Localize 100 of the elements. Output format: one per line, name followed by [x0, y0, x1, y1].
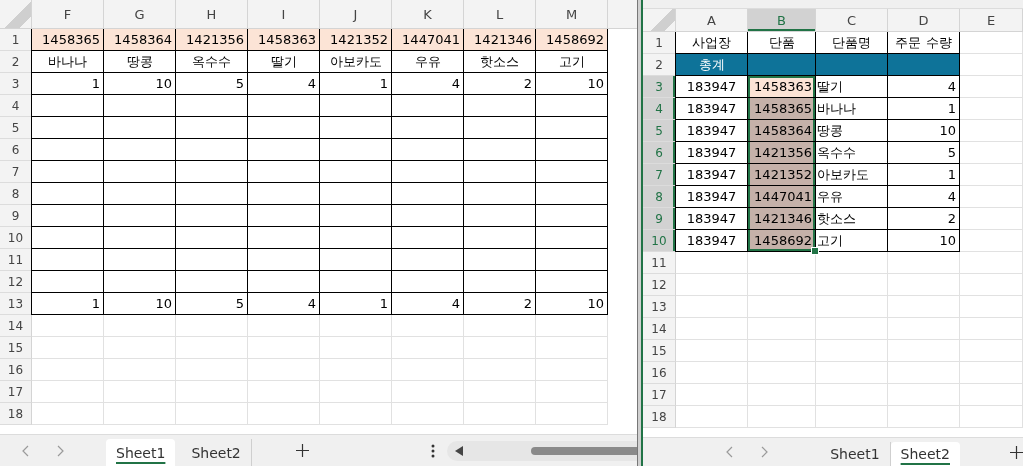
table-cell[interactable]: 4	[392, 293, 464, 315]
table-cell[interactable]	[392, 183, 464, 205]
table-cell[interactable]: 5	[888, 142, 960, 164]
table-cell[interactable]	[32, 205, 104, 227]
table-cell[interactable]	[464, 117, 536, 139]
table-cell[interactable]: 우유	[392, 51, 464, 73]
table-cell[interactable]: 1458363	[248, 29, 320, 51]
table-cell[interactable]: 1421346	[464, 29, 536, 51]
table-cell[interactable]	[32, 227, 104, 249]
table-cell[interactable]	[104, 205, 176, 227]
table-cell[interactable]	[32, 139, 104, 161]
table-cell[interactable]	[536, 161, 608, 183]
table-cell[interactable]	[32, 161, 104, 183]
table-cell[interactable]	[536, 227, 608, 249]
table-cell[interactable]	[392, 249, 464, 271]
table-cell[interactable]: 1458365	[748, 98, 816, 120]
chevron-right-icon[interactable]	[760, 446, 769, 458]
table-cell[interactable]: 1458363	[748, 76, 816, 98]
table-cell[interactable]	[464, 183, 536, 205]
chevron-left-icon[interactable]	[726, 446, 735, 458]
table-cell[interactable]: 옥수수	[816, 142, 888, 164]
table-cell[interactable]	[888, 54, 960, 76]
table-cell[interactable]	[392, 271, 464, 293]
table-cell[interactable]: 바나나	[816, 98, 888, 120]
table-cell[interactable]	[536, 183, 608, 205]
scrollbar-track[interactable]	[446, 440, 637, 461]
table-cell[interactable]: 딸기	[248, 51, 320, 73]
table-cell[interactable]	[32, 95, 104, 117]
table-cell[interactable]: 1447041	[748, 186, 816, 208]
table-cell[interactable]: 고기	[816, 230, 888, 252]
table-cell[interactable]: 1458365	[32, 29, 104, 51]
table-cell[interactable]: 핫소스	[464, 51, 536, 73]
table-cell[interactable]	[248, 161, 320, 183]
table-cell[interactable]: 1458364	[104, 29, 176, 51]
table-cell[interactable]	[248, 205, 320, 227]
table-cell[interactable]: 2	[464, 73, 536, 95]
table-cell[interactable]	[392, 161, 464, 183]
table-cell[interactable]: 1421356	[176, 29, 248, 51]
column-header[interactable]: J	[320, 0, 392, 28]
table-cell[interactable]: 4	[248, 73, 320, 95]
table-cell[interactable]: 딸기	[816, 76, 888, 98]
table-cell[interactable]: 10	[888, 230, 960, 252]
chevron-left-icon[interactable]	[22, 444, 30, 457]
table-cell[interactable]	[104, 95, 176, 117]
table-cell[interactable]	[536, 139, 608, 161]
table-cell[interactable]	[248, 139, 320, 161]
table-cell[interactable]: 4	[392, 73, 464, 95]
row-header[interactable]: 16	[643, 362, 676, 384]
table-cell[interactable]: 땅콩	[816, 120, 888, 142]
row-header[interactable]: 6	[0, 139, 32, 161]
column-header[interactable]: H	[176, 0, 248, 28]
table-cell[interactable]: 1458364	[748, 120, 816, 142]
row-header[interactable]: 9	[0, 205, 32, 227]
table-cell[interactable]	[464, 139, 536, 161]
table-cell[interactable]: 땅콩	[104, 51, 176, 73]
table-cell[interactable]: 1	[320, 73, 392, 95]
table-cell[interactable]	[536, 117, 608, 139]
table-cell[interactable]: 우유	[816, 186, 888, 208]
row-header[interactable]: 7	[643, 164, 676, 186]
table-cell[interactable]	[536, 95, 608, 117]
row-header[interactable]: 15	[643, 340, 676, 362]
triangle-left-icon[interactable]	[454, 445, 463, 456]
table-cell[interactable]	[104, 161, 176, 183]
row-header[interactable]: 2	[643, 54, 676, 76]
table-cell[interactable]	[320, 271, 392, 293]
table-cell[interactable]	[248, 183, 320, 205]
table-cell[interactable]: 1458692	[536, 29, 608, 51]
row-header[interactable]: 17	[643, 384, 676, 406]
table-cell[interactable]: 4	[248, 293, 320, 315]
table-cell[interactable]	[32, 249, 104, 271]
row-header[interactable]: 13	[0, 293, 32, 315]
column-header[interactable]: E	[960, 9, 1023, 31]
table-cell[interactable]	[248, 117, 320, 139]
table-cell[interactable]	[536, 205, 608, 227]
column-header[interactable]: D	[888, 9, 960, 31]
table-cell[interactable]: 1421352	[320, 29, 392, 51]
fill-handle[interactable]	[811, 247, 819, 255]
table-cell[interactable]: 1	[32, 73, 104, 95]
table-cell[interactable]	[176, 117, 248, 139]
table-cell[interactable]	[104, 249, 176, 271]
row-header[interactable]: 13	[643, 296, 676, 318]
table-cell[interactable]	[176, 95, 248, 117]
column-header[interactable]: L	[464, 0, 536, 28]
table-cell[interactable]	[816, 54, 888, 76]
table-cell[interactable]	[392, 95, 464, 117]
table-cell[interactable]: 1458692	[748, 230, 816, 252]
table-cell[interactable]	[320, 95, 392, 117]
table-cell[interactable]: 1	[320, 293, 392, 315]
table-cell[interactable]	[536, 271, 608, 293]
table-cell[interactable]	[464, 95, 536, 117]
table-cell[interactable]: 옥수수	[176, 51, 248, 73]
table-cell[interactable]	[320, 117, 392, 139]
table-cell[interactable]: 아보카도	[816, 164, 888, 186]
row-header[interactable]: 8	[643, 186, 676, 208]
table-cell[interactable]: 10	[888, 120, 960, 142]
table-cell[interactable]	[320, 227, 392, 249]
row-header[interactable]: 11	[643, 252, 676, 274]
row-header[interactable]: 4	[0, 95, 32, 117]
row-header[interactable]: 12	[643, 274, 676, 296]
table-cell[interactable]: 5	[176, 73, 248, 95]
